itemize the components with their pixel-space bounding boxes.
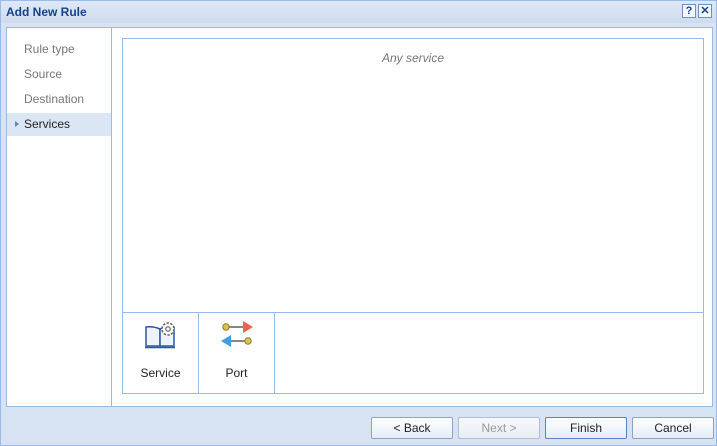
add-new-rule-dialog: Add New Rule ? ✕ Rule type Source Destin… [0, 0, 717, 446]
close-button[interactable]: ✕ [698, 4, 712, 18]
port-tile[interactable]: Port [199, 313, 275, 393]
nav-item-label: Source [24, 67, 63, 81]
services-list[interactable]: Any service [122, 38, 704, 313]
dialog-title: Add New Rule [6, 5, 87, 19]
port-label: Port [225, 366, 248, 380]
nav-item-rule-type[interactable]: Rule type [7, 38, 111, 61]
port-icon [221, 321, 253, 347]
nav-item-source[interactable]: Source [7, 63, 111, 86]
service-label: Service [140, 366, 181, 380]
nav-item-label: Destination [24, 92, 85, 106]
arrow-right-icon [15, 121, 19, 127]
wizard-nav: Rule type Source Destination Services [7, 28, 112, 406]
services-palette: Service Port [122, 312, 704, 394]
next-button[interactable]: Next > [458, 417, 540, 439]
dialog-body: Rule type Source Destination Services An… [6, 27, 713, 407]
service-icon [145, 322, 175, 349]
service-tile[interactable]: Service [123, 313, 199, 393]
empty-text: Any service [381, 51, 445, 65]
cancel-button[interactable]: Cancel [632, 417, 714, 439]
nav-item-label: Rule type [24, 42, 75, 56]
nav-item-services[interactable]: Services [7, 113, 111, 136]
finish-button[interactable]: Finish [545, 417, 627, 439]
nav-item-label: Services [24, 117, 71, 131]
titlebar[interactable]: Add New Rule ? ✕ [1, 1, 716, 23]
help-button[interactable]: ? [682, 4, 696, 18]
back-button[interactable]: < Back [371, 417, 453, 439]
nav-item-destination[interactable]: Destination [7, 88, 111, 111]
